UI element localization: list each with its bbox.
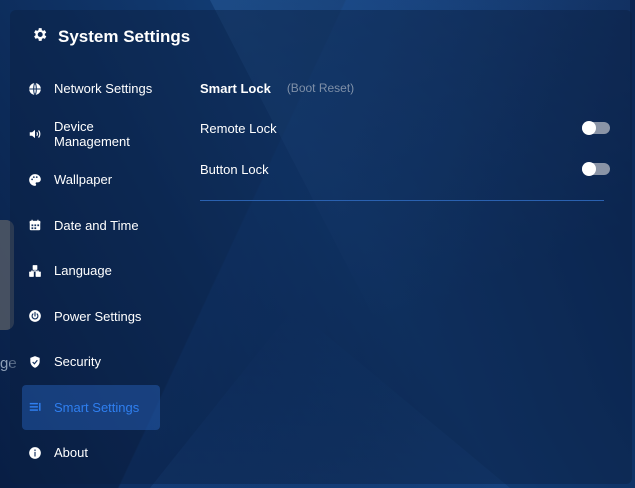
globe-icon xyxy=(28,82,42,96)
setting-row-button-lock: Button Lock xyxy=(200,159,610,179)
list-icon xyxy=(28,400,42,414)
sidebar-item-wallpaper[interactable]: Wallpaper xyxy=(22,157,160,203)
sidebar-item-about[interactable]: About xyxy=(22,430,160,476)
sidebar-item-security[interactable]: Security xyxy=(22,339,160,385)
sidebar-item-label: Security xyxy=(54,354,101,370)
sidebar: Network Settings Device Management Wallp… xyxy=(22,66,160,476)
sidebar-item-label: Network Settings xyxy=(54,81,153,97)
setting-row-remote-lock: Remote Lock xyxy=(200,118,610,138)
section-divider xyxy=(200,200,604,201)
remote-lock-toggle[interactable] xyxy=(582,121,610,135)
sidebar-item-label: About xyxy=(54,445,88,461)
sidebar-item-date-and-time[interactable]: Date and Time xyxy=(22,203,160,249)
sidebar-item-device-management[interactable]: Device Management xyxy=(22,112,160,158)
window-title: System Settings xyxy=(31,26,190,48)
sidebar-item-language[interactable]: Language xyxy=(22,248,160,294)
power-icon xyxy=(28,309,42,323)
sidebar-item-label: Wallpaper xyxy=(54,172,113,188)
setting-label: Remote Lock xyxy=(200,120,277,136)
tab-boot-reset[interactable]: (Boot Reset) xyxy=(287,81,354,95)
button-lock-toggle[interactable] xyxy=(582,162,610,176)
sidebar-item-network-settings[interactable]: Network Settings xyxy=(22,66,160,112)
shield-icon xyxy=(28,355,42,369)
sidebar-item-power-settings[interactable]: Power Settings xyxy=(22,294,160,340)
sidebar-item-label: Date and Time xyxy=(54,217,139,233)
sidebar-item-label: Language xyxy=(54,263,112,279)
gear-icon xyxy=(31,26,48,48)
sidebar-item-label: Smart Settings xyxy=(54,399,140,415)
speaker-icon xyxy=(28,127,42,141)
info-icon xyxy=(28,446,42,460)
main-content: Smart Lock (Boot Reset) Remote Lock Butt… xyxy=(200,78,610,201)
calendar-icon xyxy=(28,218,42,232)
palette-icon xyxy=(28,173,42,187)
sidebar-item-label: Power Settings xyxy=(54,308,142,324)
setting-label: Button Lock xyxy=(200,161,269,177)
page-title: System Settings xyxy=(58,27,191,46)
tab-smart-lock[interactable]: Smart Lock xyxy=(200,81,271,96)
sidebar-item-label: Device Management xyxy=(54,119,130,150)
tab-bar: Smart Lock (Boot Reset) xyxy=(200,78,610,98)
sidebar-item-smart-settings[interactable]: Smart Settings xyxy=(22,384,160,430)
language-icon xyxy=(28,264,42,278)
